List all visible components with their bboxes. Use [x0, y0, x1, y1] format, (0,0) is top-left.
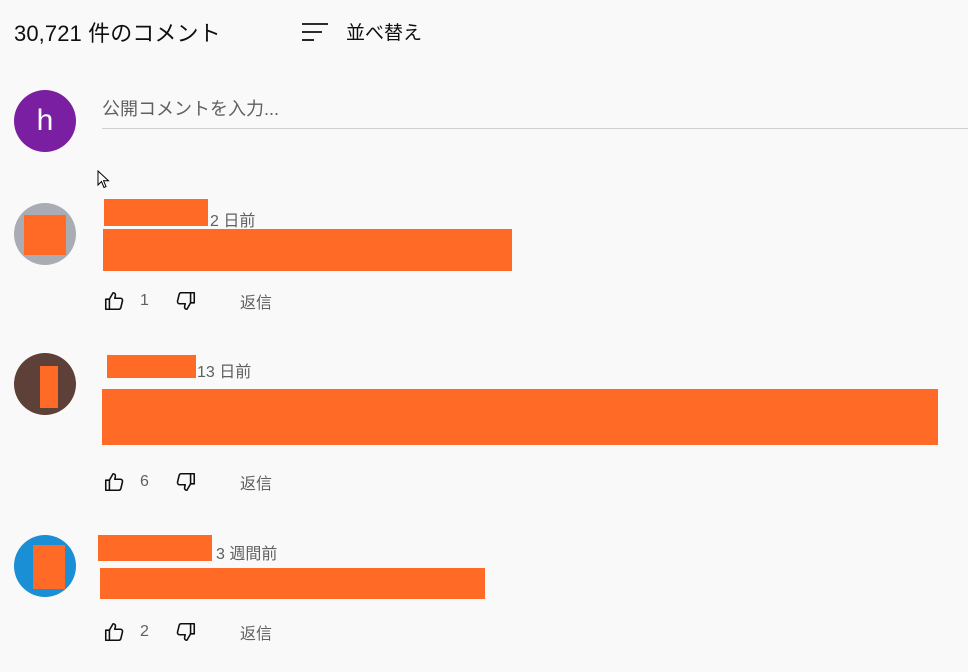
like-button[interactable]: [102, 620, 126, 644]
comment-actions: 2 返信: [102, 620, 272, 644]
redaction-box: [98, 535, 212, 561]
thumbs-down-icon: [176, 472, 196, 492]
redaction-box: [103, 229, 512, 271]
redaction-box: [33, 545, 65, 589]
reply-button[interactable]: 返信: [240, 470, 272, 494]
thumbs-up-icon: [104, 622, 124, 642]
comment-composer: h: [14, 90, 968, 154]
avatar[interactable]: [14, 353, 76, 415]
comment-actions: 6 返信: [102, 470, 272, 494]
like-button[interactable]: [102, 289, 126, 313]
comment-thread: 2 日前 1 返信: [14, 199, 954, 313]
mouse-pointer-icon: [97, 170, 110, 189]
sort-label: 並べ替え: [346, 23, 423, 44]
dislike-button[interactable]: [174, 470, 198, 494]
sort-button[interactable]: 並べ替え: [300, 18, 422, 45]
redaction-box: [100, 568, 485, 599]
avatar[interactable]: [14, 203, 76, 265]
like-count: 1: [140, 292, 149, 309]
dislike-button[interactable]: [174, 620, 198, 644]
avatar[interactable]: h: [14, 90, 76, 152]
thumbs-up-icon: [104, 291, 124, 311]
comment-input[interactable]: [102, 90, 968, 129]
like-count: 2: [140, 623, 149, 640]
redaction-box: [104, 199, 208, 226]
like-count: 6: [140, 473, 149, 490]
comment-time[interactable]: 3 週間前: [216, 540, 277, 564]
comment-thread: 13 日前 6 返信: [14, 353, 954, 493]
avatar[interactable]: [14, 535, 76, 597]
redaction-box: [107, 355, 196, 378]
comment-actions: 1 返信: [102, 289, 272, 313]
comment-time[interactable]: 2 日前: [210, 207, 255, 231]
avatar-letter: h: [36, 104, 54, 137]
redaction-box: [102, 389, 938, 445]
like-button[interactable]: [102, 470, 126, 494]
reply-button[interactable]: 返信: [240, 620, 272, 644]
reply-button[interactable]: 返信: [240, 289, 272, 313]
redaction-box: [40, 366, 58, 408]
thumbs-up-icon: [104, 472, 124, 492]
thumbs-down-icon: [176, 291, 196, 311]
comment-thread: 3 週間前 2 返信: [14, 535, 954, 645]
comment-time[interactable]: 13 日前: [197, 358, 251, 382]
sort-icon: [302, 22, 328, 41]
thumbs-down-icon: [176, 622, 196, 642]
dislike-button[interactable]: [174, 289, 198, 313]
comment-count: 30,721 件のコメント: [14, 21, 221, 46]
redaction-box: [24, 215, 66, 255]
comments-header: 30,721 件のコメント: [14, 14, 221, 50]
